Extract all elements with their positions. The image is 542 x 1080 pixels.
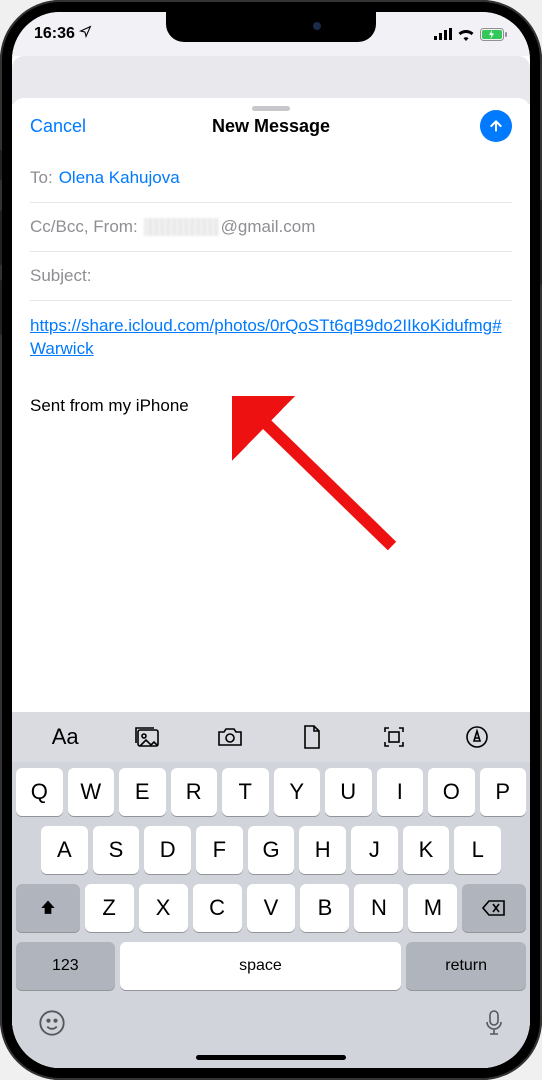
- key-return[interactable]: return: [406, 942, 526, 990]
- key-123[interactable]: 123: [16, 942, 115, 990]
- key-t[interactable]: T: [222, 768, 269, 816]
- keyboard: Aa: [12, 712, 530, 1068]
- key-q[interactable]: Q: [16, 768, 63, 816]
- key-e[interactable]: E: [119, 768, 166, 816]
- status-time: 16:36: [34, 25, 75, 43]
- keyboard-toolbar: Aa: [12, 712, 530, 762]
- key-w[interactable]: W: [68, 768, 115, 816]
- key-n[interactable]: N: [354, 884, 403, 932]
- keyboard-row-3: Z X C V B N M: [16, 884, 526, 932]
- keyboard-row-1: Q W E R T Y U I O P: [16, 768, 526, 816]
- cancel-button[interactable]: Cancel: [30, 116, 86, 137]
- send-button[interactable]: [480, 110, 512, 142]
- phone-frame: 16:36 Cancel: [0, 0, 542, 1080]
- volume-down-button: [0, 280, 2, 335]
- text-format-button[interactable]: Aa: [45, 717, 85, 757]
- key-r[interactable]: R: [171, 768, 218, 816]
- key-c[interactable]: C: [193, 884, 242, 932]
- dictation-button[interactable]: [484, 1009, 504, 1042]
- sheet-background-layer: [12, 56, 530, 104]
- navigation-bar: Cancel New Message: [12, 98, 530, 154]
- key-y[interactable]: Y: [274, 768, 321, 816]
- cellular-signal-icon: [434, 28, 452, 40]
- notch: [166, 12, 376, 42]
- arrow-up-icon: [488, 118, 504, 134]
- battery-charging-icon: [480, 28, 508, 41]
- subject-label: Subject:: [30, 266, 91, 286]
- shift-icon: [38, 898, 58, 918]
- cc-bcc-from-label: Cc/Bcc, From:: [30, 217, 138, 237]
- key-k[interactable]: K: [403, 826, 450, 874]
- key-space[interactable]: space: [120, 942, 402, 990]
- home-indicator[interactable]: [196, 1055, 346, 1060]
- key-shift[interactable]: [16, 884, 80, 932]
- key-x[interactable]: X: [139, 884, 188, 932]
- key-j[interactable]: J: [351, 826, 398, 874]
- from-value: @gmail.com: [144, 217, 316, 237]
- key-backspace[interactable]: [462, 884, 526, 932]
- emoji-icon: [38, 1009, 66, 1037]
- key-f[interactable]: F: [196, 826, 243, 874]
- camera-button[interactable]: [210, 717, 250, 757]
- message-body[interactable]: https://share.icloud.com/photos/0rQoSTt6…: [12, 301, 530, 418]
- compose-fields: To: Olena Kahujova Cc/Bcc, From: @gmail.…: [12, 154, 530, 301]
- cc-bcc-from-field[interactable]: Cc/Bcc, From: @gmail.com: [30, 203, 512, 252]
- subject-field[interactable]: Subject:: [30, 252, 512, 301]
- markup-button[interactable]: [457, 717, 497, 757]
- keyboard-bottom-bar: [12, 1000, 530, 1054]
- to-value: Olena Kahujova: [59, 168, 180, 188]
- redacted-email-prefix: [144, 218, 219, 236]
- to-label: To:: [30, 168, 53, 188]
- email-signature: Sent from my iPhone: [30, 395, 512, 418]
- key-h[interactable]: H: [299, 826, 346, 874]
- key-s[interactable]: S: [93, 826, 140, 874]
- photos-button[interactable]: [127, 717, 167, 757]
- key-o[interactable]: O: [428, 768, 475, 816]
- icloud-share-link[interactable]: https://share.icloud.com/photos/0rQoSTt6…: [30, 316, 502, 358]
- key-z[interactable]: Z: [85, 884, 134, 932]
- screen: 16:36 Cancel: [12, 12, 530, 1068]
- key-d[interactable]: D: [144, 826, 191, 874]
- key-a[interactable]: A: [41, 826, 88, 874]
- compose-sheet: Cancel New Message To: Olena Kahujova Cc…: [12, 98, 530, 1068]
- to-field[interactable]: To: Olena Kahujova: [30, 154, 512, 203]
- page-title: New Message: [12, 116, 530, 137]
- key-p[interactable]: P: [480, 768, 527, 816]
- keyboard-row-4: 123 space return: [16, 942, 526, 990]
- scan-button[interactable]: [374, 717, 414, 757]
- from-suffix: @gmail.com: [221, 217, 316, 237]
- backspace-icon: [482, 899, 506, 917]
- key-b[interactable]: B: [300, 884, 349, 932]
- mute-switch: [0, 150, 2, 180]
- key-m[interactable]: M: [408, 884, 457, 932]
- annotation-arrow: [232, 396, 412, 556]
- key-l[interactable]: L: [454, 826, 501, 874]
- volume-up-button: [0, 210, 2, 265]
- location-arrow-icon: [79, 25, 92, 43]
- key-i[interactable]: I: [377, 768, 424, 816]
- emoji-button[interactable]: [38, 1009, 66, 1042]
- document-button[interactable]: [292, 717, 332, 757]
- key-u[interactable]: U: [325, 768, 372, 816]
- wifi-icon: [457, 28, 475, 41]
- key-v[interactable]: V: [247, 884, 296, 932]
- key-g[interactable]: G: [248, 826, 295, 874]
- microphone-icon: [484, 1009, 504, 1037]
- keyboard-row-2: A S D F G H J K L: [16, 826, 526, 874]
